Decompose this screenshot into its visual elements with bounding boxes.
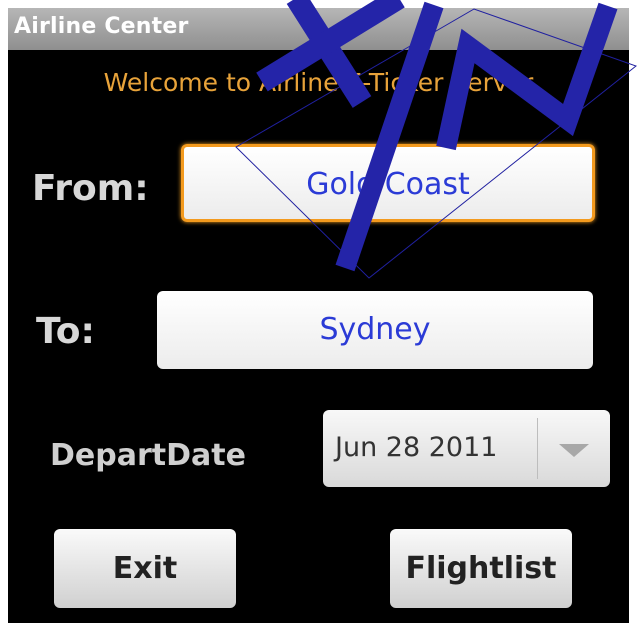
from-field[interactable]: Gold Coast [181, 144, 595, 222]
to-field[interactable]: Sydney [157, 291, 593, 369]
depart-date-spinner[interactable]: Jun 28 2011 [323, 410, 610, 487]
from-label: From: [32, 168, 149, 209]
flightlist-button[interactable]: Flightlist [390, 529, 572, 608]
title-bar: Airline Center [8, 8, 629, 50]
depart-date-label: DepartDate [50, 438, 246, 473]
spinner-divider [537, 418, 538, 479]
chevron-down-icon[interactable] [559, 444, 589, 457]
to-label: To: [36, 311, 95, 352]
depart-date-value: Jun 28 2011 [335, 432, 498, 463]
exit-button[interactable]: Exit [54, 529, 236, 608]
app-title: Airline Center [14, 14, 189, 39]
app-screen: Airline Center Welcome to Airline E-Tick… [8, 8, 629, 623]
welcome-text: Welcome to Airline E-Ticker Server [103, 68, 534, 97]
